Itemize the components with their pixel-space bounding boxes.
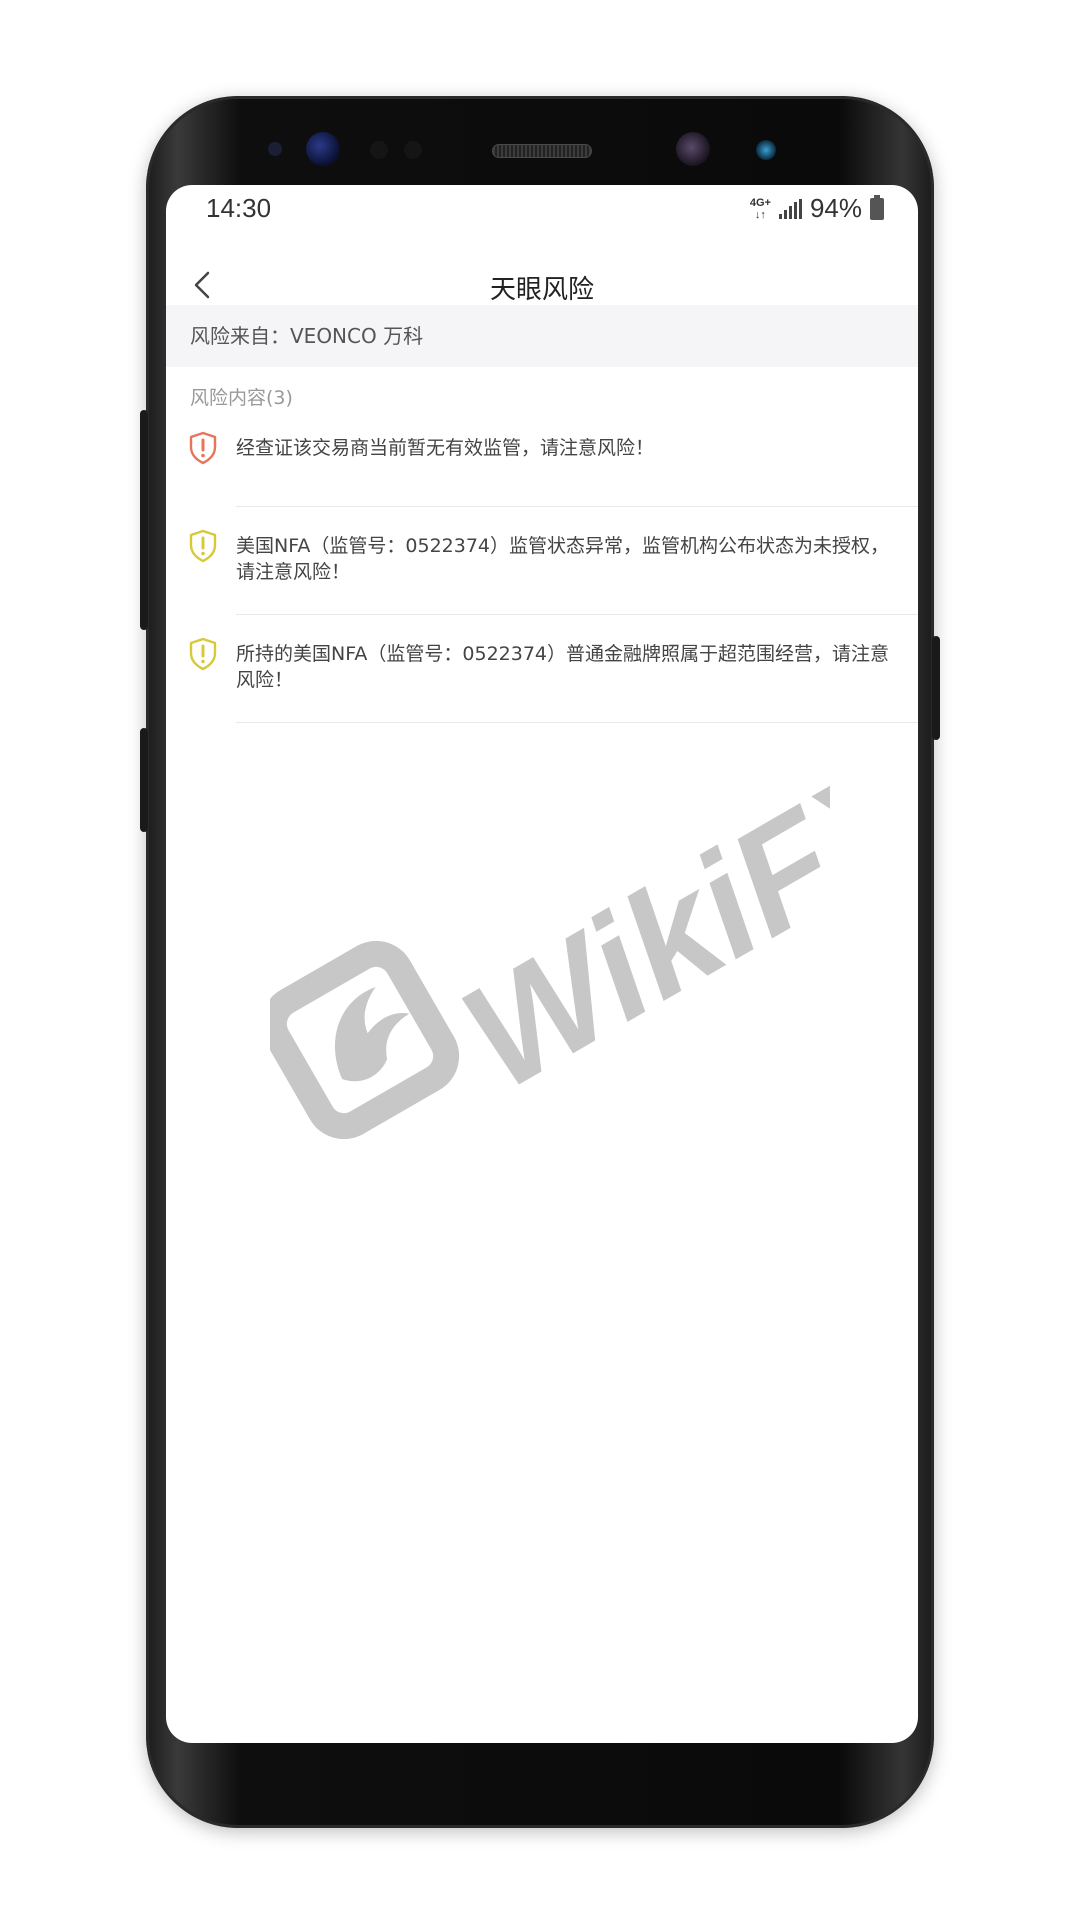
phone-side-button-left-2 [140,728,148,832]
network-type-icon: 4G+ ↓↑ [749,196,771,221]
watermark-logo: WikiFX [270,780,830,1140]
risk-item-text: 所持的美国NFA（监管号：0522374）普通金融牌照属于超范围经营，请注意风险… [236,643,890,691]
list-item: 美国NFA（监管号：0522374）监管状态异常，监管机构公布状态为未授权，请注… [166,507,918,615]
list-item: 经查证该交易商当前暂无有效监管，请注意风险！ [166,423,918,507]
phone-side-button-right [932,636,940,740]
eagle-logo-icon [270,940,460,1140]
shield-alert-icon [189,637,217,671]
risk-item-text: 经查证该交易商当前暂无有效监管，请注意风险！ [236,437,655,459]
svg-text:WikiFX: WikiFX [436,780,830,1121]
sensor-dot-icon [404,141,422,159]
battery-icon [870,194,884,220]
shield-alert-icon [189,431,217,465]
iris-led-icon [756,140,776,160]
iris-scanner-icon [306,132,340,166]
sensor-dot-icon [370,141,388,159]
page-title: 天眼风险 [489,275,594,305]
list-item: 所持的美国NFA（监管号：0522374）普通金融牌照属于超范围经营，请注意风险… [166,615,918,723]
phone-side-button-left-1 [140,410,148,630]
signal-strength-icon [778,198,802,219]
status-bar: 14:30 4G+ ↓↑ 94% [166,185,918,241]
risk-item-text: 美国NFA（监管号：0522374）监管状态异常，监管机构公布状态为未授权，请注… [236,535,890,583]
sensor-dot-icon [268,142,282,156]
front-camera-icon [676,132,710,166]
shield-alert-icon [189,529,217,563]
risk-source: 风险来自：VEONCO 万科 [166,305,918,367]
risk-section-title: 风险内容(3) [190,387,293,409]
status-time: 14:30 [206,193,272,223]
battery-percent: 94% [809,193,862,223]
earpiece-speaker [492,144,592,158]
risk-list: 经查证该交易商当前暂无有效监管，请注意风险！ 美国NFA（监管号：0522374… [166,423,918,723]
divider [236,722,918,723]
status-indicators: 4G+ ↓↑ 94% [750,193,884,224]
